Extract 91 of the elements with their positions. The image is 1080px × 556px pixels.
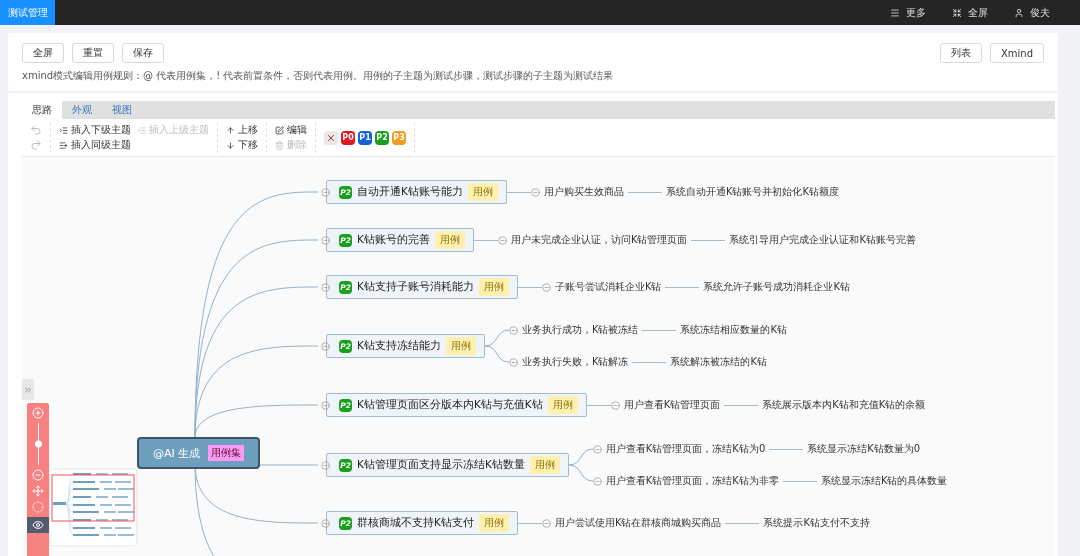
- step-connector: [484, 329, 509, 363]
- toolbar-button[interactable]: 插入下级主题: [59, 122, 131, 138]
- arrow-down-icon: [226, 140, 235, 150]
- step-text: 用户尝试使用K钻在群核商城购买商品: [554, 516, 722, 530]
- rules-hint: xmind模式编辑用例规则：@ 代表用例集，! 代表前置条件，否则代表用例。用例的子主题为测试步骤，测试步骤的子主题为测试结果: [22, 69, 615, 83]
- step-text: 业务执行失败，K钻解冻: [521, 355, 629, 369]
- top-link[interactable]: 俊夫: [1014, 5, 1050, 20]
- topic-title: 自动开通K钻账号能力: [357, 185, 463, 199]
- clear-priority-button[interactable]: [324, 130, 338, 145]
- topic-title: K钻支持冻结能力: [357, 339, 441, 353]
- move-icon[interactable]: [32, 485, 44, 497]
- topic-title: K钻支持子账号消耗能力: [357, 280, 474, 294]
- collapse-icon[interactable]: [321, 518, 330, 528]
- collapse-icon[interactable]: [497, 235, 507, 245]
- expected-result: 系统显示冻结K钻数量为0: [807, 442, 921, 456]
- zoom-out-icon[interactable]: [32, 469, 44, 481]
- step-text: 用户查看K钻管理页面，冻结K钻为非零: [605, 474, 779, 488]
- trash-icon: [275, 140, 284, 150]
- header-button[interactable]: 重置: [72, 43, 114, 63]
- topic-title: K钻管理页面支持显示冻结K钻数量: [357, 458, 525, 472]
- priority-button[interactable]: P0: [341, 130, 355, 145]
- topic-title: K钻账号的完善: [357, 233, 430, 247]
- step-text: 用户查看K钻管理页面，冻结K钻为0: [605, 442, 766, 456]
- zoom-in-icon[interactable]: [32, 407, 44, 419]
- editor-tab[interactable]: 视图: [102, 101, 142, 119]
- topic-title: 群核商城不支持K钻支付: [357, 516, 474, 530]
- step-text: 业务执行成功，K钻被冻结: [521, 323, 639, 337]
- priority-button[interactable]: P1: [358, 130, 372, 145]
- collapse-icon[interactable]: [541, 282, 551, 292]
- expected-result: 系统显示冻结K钻的具体数量: [820, 474, 948, 488]
- toolbar-button[interactable]: 插入同级主题: [59, 137, 131, 153]
- expected-result: 系统允许子账号成功消耗企业K钻: [703, 280, 850, 294]
- case-tag: 用例: [445, 337, 476, 355]
- toolbar-button[interactable]: 编辑: [275, 122, 307, 138]
- case-tag: 用例: [529, 456, 560, 474]
- collapse-icon[interactable]: [592, 476, 602, 486]
- expected-result: 系统引导用户完成企业认证和K钻账号完善: [729, 233, 916, 247]
- root-label: @AI 生成: [153, 445, 201, 461]
- step-text: 用户未完成企业认证，访问K钻管理页面: [510, 233, 688, 247]
- collapse-icon[interactable]: [592, 444, 602, 454]
- case-tag: 用例: [467, 183, 498, 201]
- case-tag: 用例: [478, 514, 509, 532]
- toolbar-button[interactable]: 下移: [226, 137, 258, 153]
- view-button[interactable]: Xmind: [989, 43, 1044, 63]
- collapse-icon[interactable]: [508, 325, 518, 335]
- collapse-icon[interactable]: [321, 400, 330, 410]
- shrink-icon: [952, 7, 962, 18]
- collapse-icon[interactable]: [321, 460, 330, 470]
- view-button[interactable]: 列表: [939, 43, 982, 63]
- indent-icon: [59, 125, 68, 135]
- toolbar-button[interactable]: 上移: [226, 122, 258, 138]
- step-connector: [568, 448, 593, 482]
- collapse-icon[interactable]: [321, 341, 330, 351]
- expected-result: 系统提示K钻支付不支持: [763, 516, 870, 530]
- root-topic[interactable]: @AI 生成 用例集: [137, 437, 261, 469]
- step-text: 子账号尝试消耗企业K钻: [554, 280, 662, 294]
- collapse-icon[interactable]: [321, 282, 330, 292]
- case-tag: 用例: [434, 231, 465, 249]
- edit-icon: [275, 125, 284, 135]
- editor-tab[interactable]: 外观: [62, 101, 102, 119]
- expected-result: 系统冻结相应数量的K钻: [680, 323, 787, 337]
- minimap-drawing[interactable]: [50, 470, 136, 545]
- collapse-icon[interactable]: [610, 400, 620, 410]
- header-button[interactable]: 全屏: [22, 43, 64, 63]
- collapse-icon[interactable]: [321, 187, 330, 197]
- editor-tab[interactable]: 思路: [22, 101, 62, 119]
- topic-title: K钻管理页面区分版本内K钻与充值K钻: [357, 398, 543, 412]
- step-text: 用户购买生效商品: [543, 185, 624, 199]
- header-button[interactable]: 保存: [122, 43, 164, 63]
- outdent-icon: [137, 125, 146, 135]
- case-tag: 用例: [547, 396, 578, 414]
- collapse-icon[interactable]: [508, 357, 518, 367]
- close-icon: [326, 132, 336, 143]
- collapse-icon[interactable]: [541, 518, 551, 528]
- top-link[interactable]: 全屏: [952, 5, 988, 20]
- zoom-thumb[interactable]: [34, 440, 42, 448]
- menu-icon: [890, 7, 900, 18]
- eye-icon[interactable]: [27, 517, 49, 533]
- arrow-up-icon: [226, 125, 235, 135]
- user-icon: [1014, 7, 1024, 18]
- collapse-icon[interactable]: [321, 235, 330, 245]
- collapse-icon[interactable]: [530, 187, 540, 197]
- expected-result: 系统解冻被冻结的K钻: [670, 355, 767, 369]
- top-link[interactable]: 更多: [890, 5, 926, 20]
- case-set-tag: 用例集: [208, 445, 245, 461]
- expected-result: 系统自动开通K钻账号并初始化K钻额度: [665, 185, 839, 199]
- step-text: 用户查看K钻管理页面: [623, 398, 721, 412]
- expected-result: 系统展示版本内K钻和充值K钻的余额: [762, 398, 926, 412]
- list-plus-icon: [59, 140, 68, 150]
- expand-handle[interactable]: [22, 379, 34, 400]
- case-tag: 用例: [478, 278, 509, 296]
